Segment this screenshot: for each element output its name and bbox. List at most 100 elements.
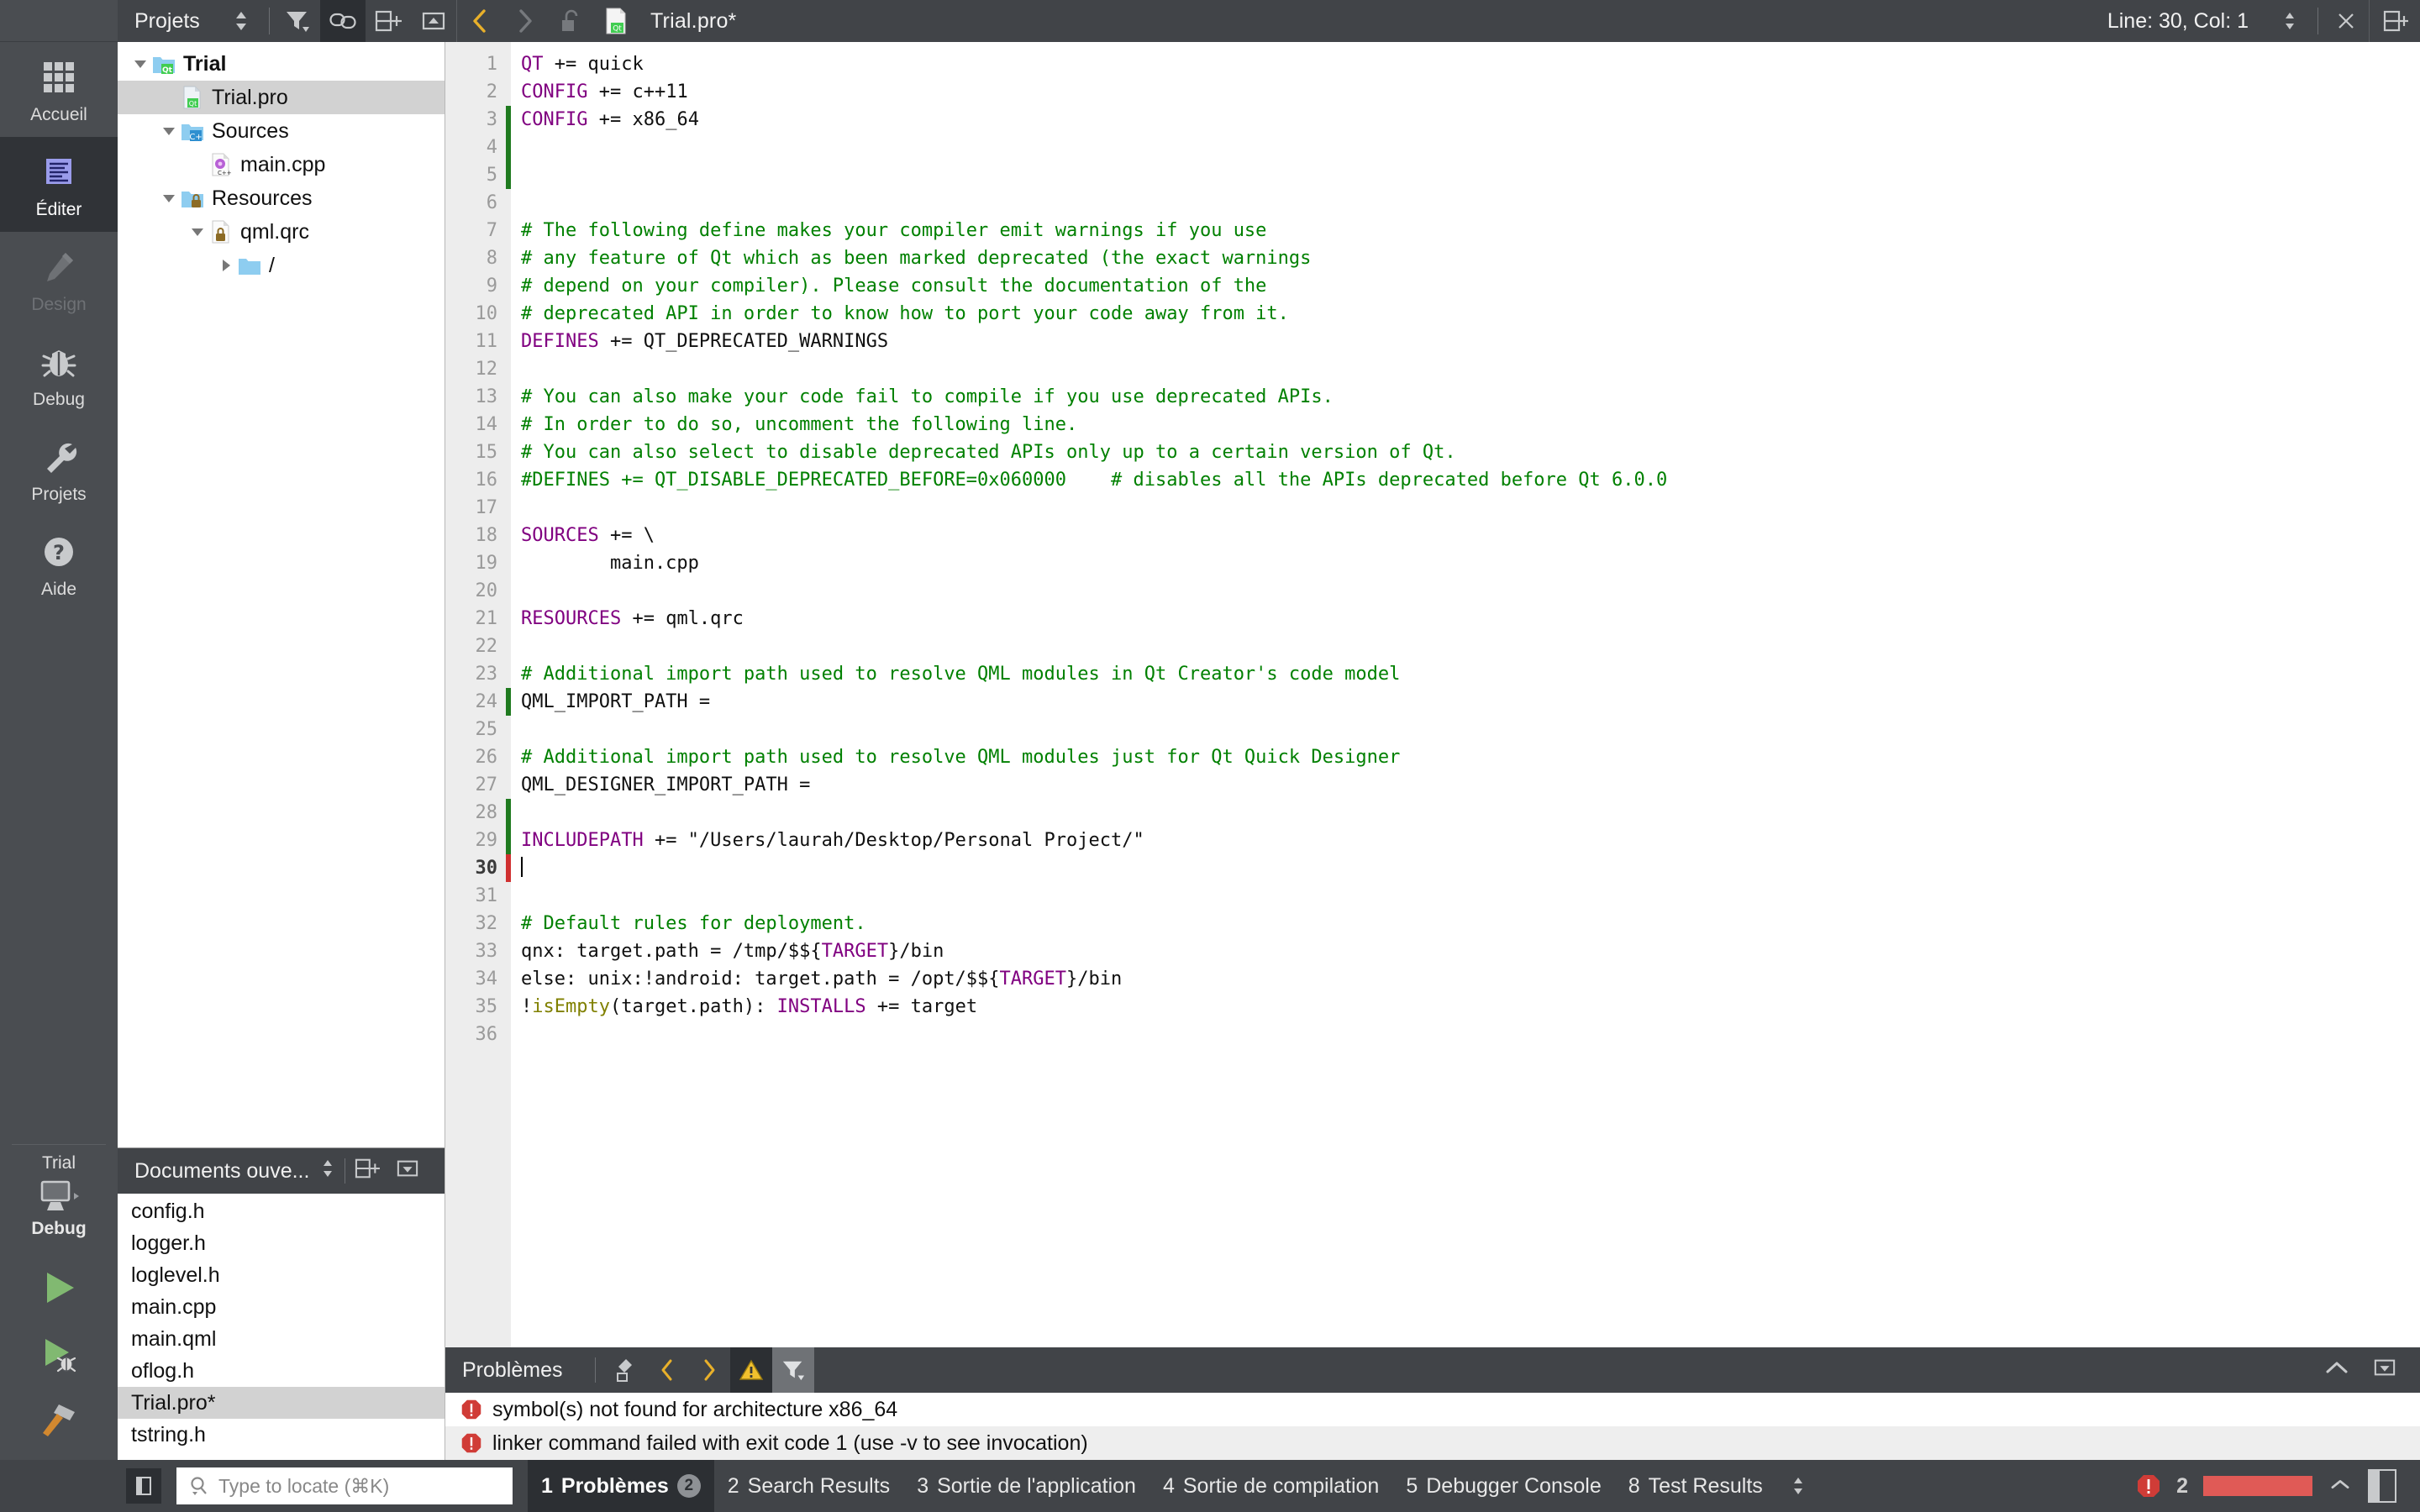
kit-selector[interactable]: Trial Debug	[0, 1145, 118, 1239]
issues-filter-button[interactable]	[772, 1347, 814, 1393]
code-token: += "/Users/laurah/Desktop/Personal Proje…	[644, 830, 1144, 851]
issues-close-button[interactable]	[2371, 1357, 2398, 1384]
mode-item-help[interactable]: ? Aide	[0, 517, 118, 612]
open-document-item[interactable]: Trial.pro*	[118, 1387, 445, 1419]
editor-list-dropdown-button[interactable]	[2267, 0, 2312, 42]
wrench-icon	[37, 435, 81, 479]
navigate-back-button[interactable]	[457, 0, 502, 42]
tree-item-trial[interactable]: QtTrial	[118, 47, 445, 81]
code-line: qnx: target.path = /tmp/$${TARGET}/bin	[521, 937, 2420, 965]
split-right-button[interactable]	[2370, 0, 2420, 42]
output-pane-tab-test-results[interactable]: 8Test Results	[1615, 1460, 1776, 1512]
code-token: TARGET	[822, 941, 888, 962]
issues-panel-title: Problèmes	[462, 1358, 563, 1383]
locator-placeholder: Type to locate (⌘K)	[218, 1475, 389, 1498]
locator-field[interactable]: Type to locate (⌘K)	[176, 1467, 513, 1504]
current-file-name[interactable]: Trial.pro*	[650, 9, 737, 34]
issue-row[interactable]: symbol(s) not found for architecture x86…	[445, 1393, 2420, 1426]
resource-folder-icon	[180, 186, 205, 211]
mode-item-edit[interactable]: Éditer	[0, 137, 118, 232]
chevron-down-icon	[189, 223, 206, 240]
open-document-item[interactable]: oflog.h	[118, 1355, 445, 1387]
code-line	[521, 799, 2420, 827]
open-document-item[interactable]: main.qml	[118, 1323, 445, 1355]
run-button[interactable]	[37, 1268, 81, 1312]
run-control-buttons	[0, 1268, 118, 1460]
build-button[interactable]	[37, 1400, 81, 1445]
open-documents-list[interactable]: config.hlogger.hloglevel.hmain.cppmain.q…	[118, 1194, 445, 1460]
expand-output-button[interactable]	[2328, 1474, 2353, 1499]
documents-sort-button[interactable]	[319, 1157, 336, 1186]
code-line	[521, 189, 2420, 217]
tree-item-main-cpp[interactable]: C++ main.cpp	[118, 148, 445, 181]
documents-close-button[interactable]	[394, 1158, 421, 1185]
tree-item-[interactable]: /	[118, 249, 445, 282]
lock-document-button[interactable]	[548, 0, 593, 42]
code-token: INCLUDEPATH	[521, 830, 644, 851]
mode-label-debug: Debug	[33, 391, 85, 408]
open-document-item[interactable]: config.h	[118, 1195, 445, 1227]
navigate-forward-button[interactable]	[502, 0, 548, 42]
cpp-file-icon: C++	[208, 152, 234, 177]
cursor-position-label: Line: 30, Col: 1	[2107, 0, 2267, 42]
open-documents-panel: Documents ouve...	[118, 1147, 445, 1460]
issues-warning-filter-button[interactable]	[730, 1347, 772, 1393]
tree-item-label: main.cpp	[240, 155, 325, 176]
open-documents-header: Documents ouve...	[118, 1148, 445, 1194]
issues-collapse-button[interactable]	[2324, 1358, 2349, 1383]
more-output-panes-button[interactable]	[1776, 1460, 1820, 1512]
issues-previous-button[interactable]	[646, 1347, 688, 1393]
output-pane-tab-sortie-de-l-application[interactable]: 3Sortie de l'application	[903, 1460, 1150, 1512]
split-editor-button[interactable]	[366, 0, 411, 42]
issues-list[interactable]: symbol(s) not found for architecture x86…	[445, 1393, 2420, 1460]
project-tree[interactable]: QtTrial QtTrial.pro C+Sources C++ main.cp…	[118, 42, 445, 1147]
sidebar-toggle-button[interactable]	[126, 1468, 161, 1504]
tree-twisty[interactable]	[129, 55, 151, 72]
output-pane-tab-search-results[interactable]: 2Search Results	[714, 1460, 903, 1512]
tree-item-trial-pro[interactable]: QtTrial.pro	[118, 81, 445, 114]
open-document-item[interactable]: main.cpp	[118, 1291, 445, 1323]
projects-toolbar-group	[218, 0, 456, 42]
sort-dropdown-button[interactable]	[218, 0, 264, 42]
close-editor-button[interactable]	[2323, 0, 2369, 42]
output-pane-tab-debugger-console[interactable]: 5Debugger Console	[1392, 1460, 1614, 1512]
tree-item-sources[interactable]: C+Sources	[118, 114, 445, 148]
filter-button[interactable]	[275, 0, 320, 42]
tree-twisty[interactable]	[158, 190, 180, 207]
close-split-button[interactable]	[411, 0, 456, 42]
mode-item-design[interactable]: Design	[0, 232, 118, 327]
output-pane-toggle-button[interactable]	[2368, 1469, 2396, 1503]
code-line: DEFINES += QT_DEPRECATED_WARNINGS	[521, 328, 2420, 355]
tree-item-qml-qrc[interactable]: qml.qrc	[118, 215, 445, 249]
open-document-item[interactable]: loglevel.h	[118, 1259, 445, 1291]
mode-item-debug[interactable]: Debug	[0, 327, 118, 422]
issue-row[interactable]: linker command failed with exit code 1 (…	[445, 1426, 2420, 1460]
code-token: (target.path):	[610, 996, 777, 1017]
code-token: # You can also make your code fail to co…	[521, 386, 1334, 407]
tree-twisty[interactable]	[158, 123, 180, 139]
tree-twisty[interactable]	[215, 257, 237, 274]
issues-next-button[interactable]	[688, 1347, 730, 1393]
code-line: # Default rules for deployment.	[521, 910, 2420, 937]
tree-twisty[interactable]	[187, 223, 208, 240]
close-split-icon	[420, 9, 447, 33]
tree-item-resources[interactable]: Resources	[118, 181, 445, 215]
code-line: # The following define makes your compil…	[521, 217, 2420, 244]
debug-button[interactable]	[37, 1334, 81, 1378]
output-pane-tab-probl-mes[interactable]: 1Problèmes2	[528, 1460, 714, 1512]
synchronize-with-editor-button[interactable]	[320, 0, 366, 42]
code-token: TARGET	[1000, 969, 1066, 990]
documents-split-button[interactable]	[354, 1157, 381, 1186]
code-editor[interactable]: 1234567891011121314151617181920212223242…	[445, 42, 2420, 1347]
mode-item-welcome[interactable]: Accueil	[0, 42, 118, 137]
code-text-area[interactable]: QT += quickCONFIG += c++11CONFIG += x86_…	[511, 42, 2420, 1347]
code-token: else: unix:!android: target.path = /opt/…	[521, 969, 1000, 990]
output-pane-tab-sortie-de-compilation[interactable]: 4Sortie de compilation	[1150, 1460, 1392, 1512]
open-document-item[interactable]: logger.h	[118, 1227, 445, 1259]
tab-label: Problèmes	[561, 1474, 669, 1499]
clear-icon	[613, 1357, 637, 1383]
tab-label: Debugger Console	[1426, 1474, 1601, 1499]
mode-item-projects[interactable]: Projets	[0, 422, 118, 517]
issues-clear-button[interactable]	[604, 1347, 646, 1393]
open-document-item[interactable]: tstring.h	[118, 1419, 445, 1451]
